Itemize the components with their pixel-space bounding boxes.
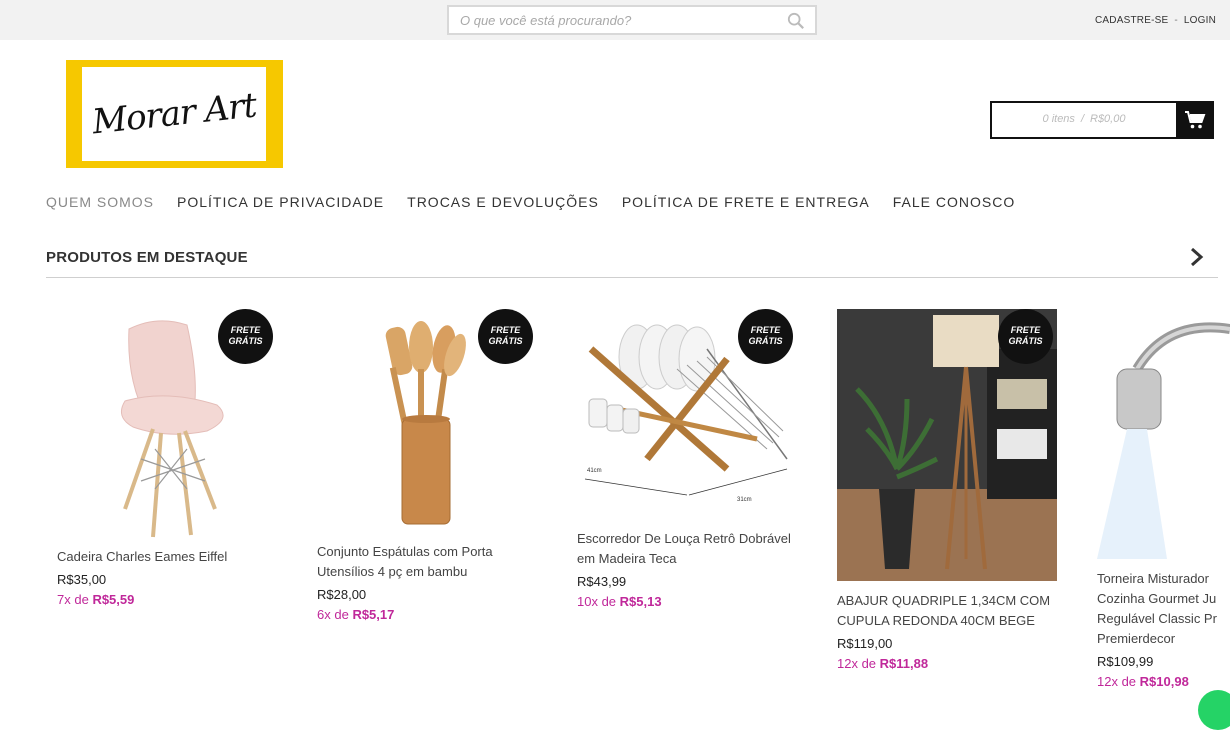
section-title: PRODUTOS EM DESTAQUE bbox=[46, 249, 248, 266]
nav-fale-conosco[interactable]: FALE CONOSCO bbox=[893, 194, 1015, 210]
product-installments: 10x de R$5,13 bbox=[577, 594, 662, 609]
svg-text:31cm: 31cm bbox=[737, 497, 752, 503]
product-installments: 12x de R$11,88 bbox=[837, 656, 929, 671]
shopping-cart-icon bbox=[1185, 111, 1206, 129]
product-name[interactable]: Conjunto Espátulas com Porta Utensílios … bbox=[317, 542, 539, 582]
product-price: R$119,00 bbox=[837, 636, 893, 651]
nav-quem-somos[interactable]: QUEM SOMOS bbox=[46, 194, 154, 210]
whatsapp-icon[interactable] bbox=[1198, 690, 1230, 730]
search-icon[interactable] bbox=[787, 12, 805, 30]
product-image[interactable]: 41cm 31cm FRETE GRÁTIS bbox=[577, 309, 797, 523]
free-shipping-badge: FRETE GRÁTIS bbox=[218, 309, 273, 364]
faucet-image bbox=[1097, 309, 1230, 559]
cart-button[interactable] bbox=[1176, 101, 1214, 139]
nav-politica-privacidade[interactable]: POLÍTICA DE PRIVACIDADE bbox=[177, 194, 384, 210]
product-installments: 7x de R$5,59 bbox=[57, 592, 135, 607]
product-price: R$35,00 bbox=[57, 572, 107, 587]
product-image[interactable]: FRETE GRÁTIS bbox=[837, 309, 1057, 581]
free-shipping-badge: FRETE GRÁTIS bbox=[998, 309, 1053, 364]
main-nav: QUEM SOMOS POLÍTICA DE PRIVACIDADE TROCA… bbox=[46, 194, 1038, 210]
product-image[interactable]: FRETE GRÁTIS bbox=[57, 309, 277, 539]
signup-link[interactable]: CADASTRE-SE bbox=[1095, 15, 1168, 26]
product-card[interactable]: FRETE GRÁTIS Cadeira Charles Eames Eiffel… bbox=[57, 309, 279, 607]
product-installments: 6x de R$5,17 bbox=[317, 607, 395, 622]
product-name[interactable]: Escorredor De Louça Retrô Dobrável em Ma… bbox=[577, 529, 799, 569]
product-card[interactable]: FRETE GRÁTIS ABAJUR QUADRIPLE 1,34CM COM … bbox=[837, 309, 1059, 671]
product-name[interactable]: Cadeira Charles Eames Eiffel bbox=[57, 547, 279, 567]
top-bar: CADASTRE-SE-LOGIN bbox=[0, 0, 1230, 40]
product-card[interactable]: Torneira Misturador Cozinha Gourmet Ju R… bbox=[1097, 309, 1230, 689]
cart-summary: 0 itens / R$0,00 bbox=[992, 113, 1176, 125]
nav-trocas-devolucoes[interactable]: TROCAS E DEVOLUÇÕES bbox=[407, 194, 599, 210]
nav-politica-frete[interactable]: POLÍTICA DE FRETE E ENTREGA bbox=[622, 194, 870, 210]
cart-items: 0 itens bbox=[1042, 113, 1075, 125]
svg-text:41cm: 41cm bbox=[587, 468, 602, 474]
separator: - bbox=[1174, 15, 1178, 26]
product-card[interactable]: 41cm 31cm FRETE GRÁTIS Escorredor De Louç… bbox=[577, 309, 799, 609]
product-card[interactable]: FRETE GRÁTIS Conjunto Espátulas com Porta… bbox=[317, 309, 539, 622]
free-shipping-badge: FRETE GRÁTIS bbox=[738, 309, 793, 364]
account-links: CADASTRE-SE - LOGIN bbox=[1095, 15, 1216, 26]
product-price: R$28,00 bbox=[317, 587, 367, 602]
product-name[interactable]: Torneira Misturador Cozinha Gourmet Ju R… bbox=[1097, 569, 1230, 649]
free-shipping-badge: FRETE GRÁTIS bbox=[478, 309, 533, 364]
search-box bbox=[447, 5, 817, 35]
product-installments: 12x de R$10,98 bbox=[1097, 674, 1189, 689]
logo-text: Morar Art bbox=[90, 85, 258, 143]
product-price: R$43,99 bbox=[577, 574, 627, 589]
chevron-right-icon[interactable] bbox=[1188, 247, 1206, 267]
logo-inner: Morar Art bbox=[82, 67, 266, 161]
product-price: R$109,99 bbox=[1097, 654, 1154, 669]
product-name[interactable]: ABAJUR QUADRIPLE 1,34CM COM CUPULA REDON… bbox=[837, 591, 1059, 631]
product-image[interactable]: FRETE GRÁTIS bbox=[317, 309, 537, 539]
search-input[interactable] bbox=[449, 7, 779, 33]
login-link[interactable]: LOGIN bbox=[1184, 15, 1216, 26]
section-divider bbox=[46, 277, 1218, 278]
cart-total: R$0,00 bbox=[1090, 113, 1126, 125]
cart-widget[interactable]: 0 itens / R$0,00 bbox=[990, 101, 1214, 139]
store-logo[interactable]: Morar Art bbox=[66, 60, 283, 168]
cart-separator: / bbox=[1080, 113, 1084, 125]
product-image[interactable] bbox=[1097, 309, 1230, 559]
